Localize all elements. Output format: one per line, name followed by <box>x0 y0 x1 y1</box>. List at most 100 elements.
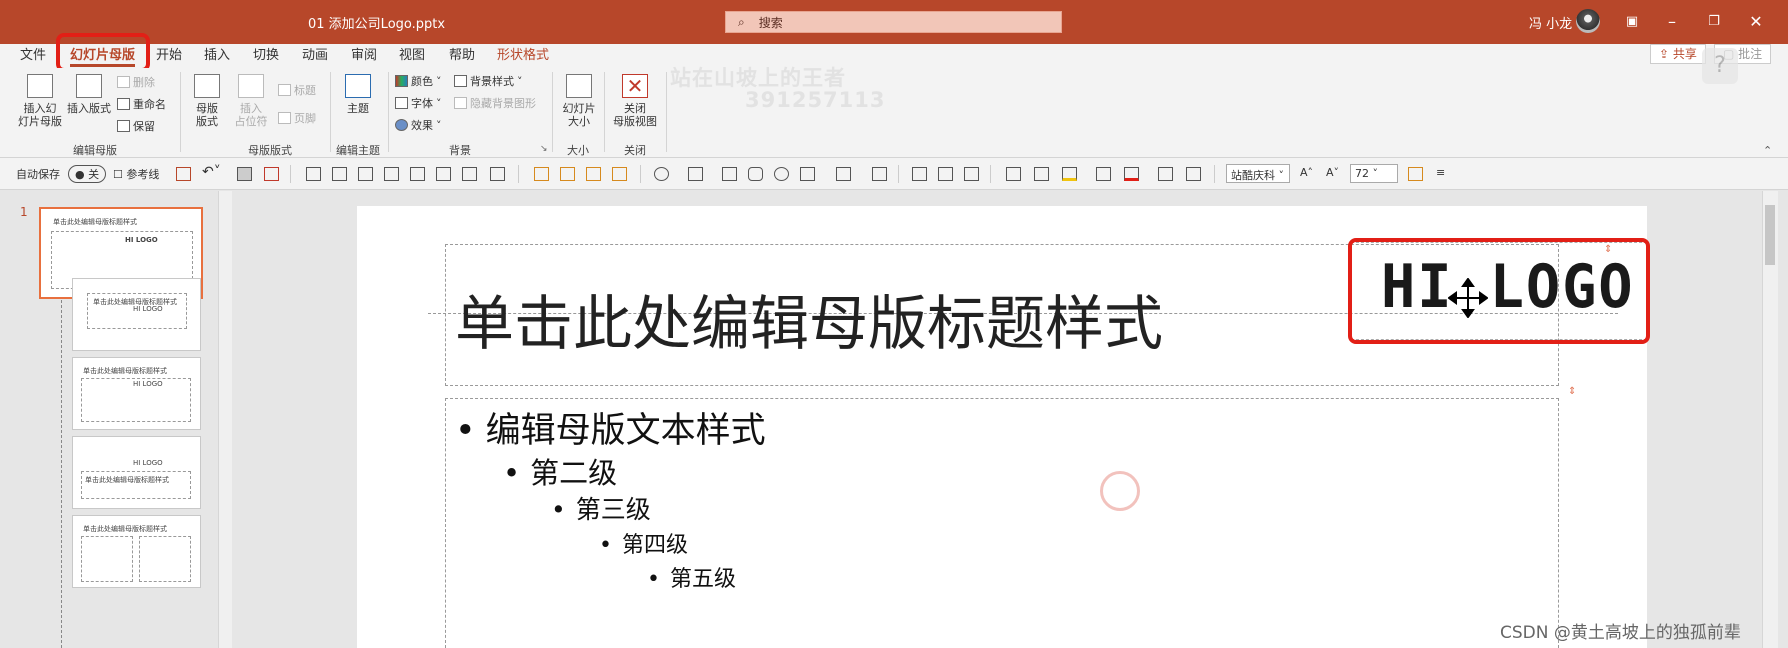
align-middle-icon[interactable] <box>436 167 451 181</box>
insert-layout-button[interactable]: 插入版式 <box>64 74 114 115</box>
bullet-level-2[interactable]: 第二级 <box>503 450 617 492</box>
thumbnail-layout[interactable]: 单击此处编辑母版标题样式 HI LOGO <box>72 278 201 351</box>
user-name[interactable]: 冯 小龙 <box>1529 13 1572 32</box>
help-icon[interactable]: ? <box>1702 48 1738 84</box>
ungroup-icon[interactable] <box>612 167 627 181</box>
group-icon[interactable] <box>586 167 601 181</box>
bullet-level-4[interactable]: 第四级 <box>599 527 688 559</box>
share-button[interactable]: ⇪ 共享 <box>1650 44 1706 64</box>
thumbnail-layout[interactable]: HI LOGO 单击此处编辑母版标题样式 <box>72 436 201 509</box>
increase-font-icon[interactable]: A˄ <box>1300 166 1313 179</box>
bullet-level-5[interactable]: 第五级 <box>647 561 736 593</box>
compress-picture-icon[interactable] <box>964 167 979 181</box>
eyedropper-outline-icon[interactable] <box>1034 167 1049 181</box>
highlight-color-icon[interactable] <box>1062 167 1077 181</box>
shape-fill-icon[interactable] <box>654 167 669 181</box>
scrollbar-thumb[interactable] <box>1765 205 1775 265</box>
delete-shape-icon[interactable] <box>264 167 279 181</box>
title-bar: 01 添加公司Logo.pptx ⌕ 搜索 冯 小龙 ▣ – ❐ ✕ <box>0 0 1788 44</box>
arrange-icon[interactable] <box>1408 167 1423 181</box>
edit-shape-icon[interactable] <box>688 167 703 181</box>
freeform-icon[interactable] <box>836 167 851 181</box>
align-right-icon[interactable] <box>384 167 399 181</box>
text-box-icon[interactable] <box>1096 167 1111 181</box>
distribute-vertical-icon[interactable] <box>490 167 505 181</box>
thumbnail-layout[interactable]: 单击此处编辑母版标题样式 HI LOGO <box>72 357 201 430</box>
shapes-icon[interactable] <box>800 167 815 181</box>
collapse-ribbon-icon[interactable]: ⌃ <box>1763 144 1772 157</box>
tab-animations[interactable]: 动画 <box>302 44 328 68</box>
distribute-horizontal-icon[interactable] <box>462 167 477 181</box>
thumbnail-scrollbar[interactable] <box>218 191 232 648</box>
effects-button[interactable]: 效果 ˅ <box>395 117 442 133</box>
font-name-select[interactable]: 站酷庆科 ˅ <box>1226 164 1290 183</box>
gridlines-checkbox[interactable]: ☐ 参考线 <box>113 166 159 182</box>
font-color-icon[interactable] <box>1124 167 1139 181</box>
master-layout-button[interactable]: 母版 版式 <box>188 74 226 128</box>
line-color-icon[interactable] <box>1158 167 1173 181</box>
dialog-launcher-icon[interactable]: ↘ <box>540 144 548 154</box>
rectangle-icon[interactable] <box>722 167 737 181</box>
resize-handle-icon[interactable]: ⇕ <box>1568 386 1576 397</box>
select-pane-icon[interactable] <box>237 167 252 181</box>
footer-checkbox-label: 页脚 <box>294 112 316 125</box>
search-box[interactable]: ⌕ 搜索 <box>725 11 1062 33</box>
preserve-button[interactable]: 保留 <box>117 118 155 134</box>
title-checkbox[interactable]: 标题 <box>278 82 316 98</box>
background-styles-button[interactable]: 背景样式 ˅ <box>454 73 523 89</box>
crop-icon[interactable] <box>912 167 927 181</box>
customize-toolbar-icon[interactable]: ≡ <box>1436 166 1445 179</box>
eyedropper-icon[interactable] <box>1006 167 1021 181</box>
slide-title[interactable]: 单击此处编辑母版标题样式 <box>455 276 1163 361</box>
hide-background-checkbox[interactable]: 隐藏背景图形 <box>454 95 536 111</box>
ribbon-display-icon[interactable]: ▣ <box>1612 9 1652 35</box>
close-master-view-button[interactable]: ✕ 关闭 母版视图 <box>610 74 660 128</box>
fonts-button[interactable]: 字体 ˅ <box>395 95 442 111</box>
bring-forward-icon[interactable] <box>534 167 549 181</box>
close-button[interactable]: ✕ <box>1736 9 1776 35</box>
restore-button[interactable]: ❐ <box>1694 9 1734 35</box>
delete-button[interactable]: 删除 <box>117 74 155 90</box>
avatar[interactable] <box>1576 9 1600 33</box>
merge-shapes-icon[interactable] <box>872 167 887 181</box>
tab-home[interactable]: 开始 <box>156 44 182 68</box>
thumbnail-layout[interactable]: 单击此处编辑母版标题样式 <box>72 515 201 588</box>
picture-icon[interactable] <box>938 167 953 181</box>
toggle-knob-icon: ● <box>75 168 89 181</box>
minimize-button[interactable]: – <box>1652 9 1692 35</box>
tab-insert[interactable]: 插入 <box>204 44 230 68</box>
tab-review[interactable]: 审阅 <box>351 44 377 68</box>
font-size-select[interactable]: 72 ˅ <box>1350 164 1398 183</box>
tab-file[interactable]: 文件 <box>20 44 46 68</box>
align-left-icon[interactable] <box>358 167 373 181</box>
footer-checkbox[interactable]: 页脚 <box>278 110 316 126</box>
group-divider <box>604 72 605 152</box>
tab-shape-format[interactable]: 形状格式 <box>497 44 549 68</box>
tab-transitions[interactable]: 切换 <box>253 44 279 68</box>
bullet-level-1[interactable]: 编辑母版文本样式 <box>455 402 766 453</box>
save-icon[interactable] <box>176 167 191 181</box>
autosave-toggle[interactable]: ● 关 <box>68 165 107 183</box>
oval-icon[interactable] <box>774 167 789 181</box>
slide-size-button[interactable]: 幻灯片 大小 <box>558 74 600 128</box>
colors-icon <box>395 75 408 87</box>
tab-view[interactable]: 视图 <box>399 44 425 68</box>
insert-placeholder-button[interactable]: 插入 占位符 <box>229 74 273 128</box>
canvas-scrollbar[interactable] <box>1762 191 1778 648</box>
align-bottom-icon[interactable] <box>306 167 321 181</box>
decrease-font-icon[interactable]: A˅ <box>1326 166 1339 179</box>
gridlines-label: 参考线 <box>126 168 160 181</box>
tab-help[interactable]: 帮助 <box>449 44 475 68</box>
format-painter-icon[interactable] <box>1186 167 1201 181</box>
preserve-icon <box>117 120 130 132</box>
align-top-icon[interactable] <box>332 167 347 181</box>
undo-icon[interactable]: ↶˅ <box>202 164 221 180</box>
insert-slide-master-button[interactable]: 插入幻 灯片母版 <box>14 74 66 128</box>
align-center-icon[interactable] <box>410 167 425 181</box>
colors-button[interactable]: 颜色 ˅ <box>395 73 442 89</box>
themes-button[interactable]: 主题 <box>340 74 376 115</box>
send-backward-icon[interactable] <box>560 167 575 181</box>
rename-button[interactable]: 重命名 <box>117 96 166 112</box>
rounded-rectangle-icon[interactable] <box>748 167 763 181</box>
bullet-level-3[interactable]: 第三级 <box>551 490 651 526</box>
